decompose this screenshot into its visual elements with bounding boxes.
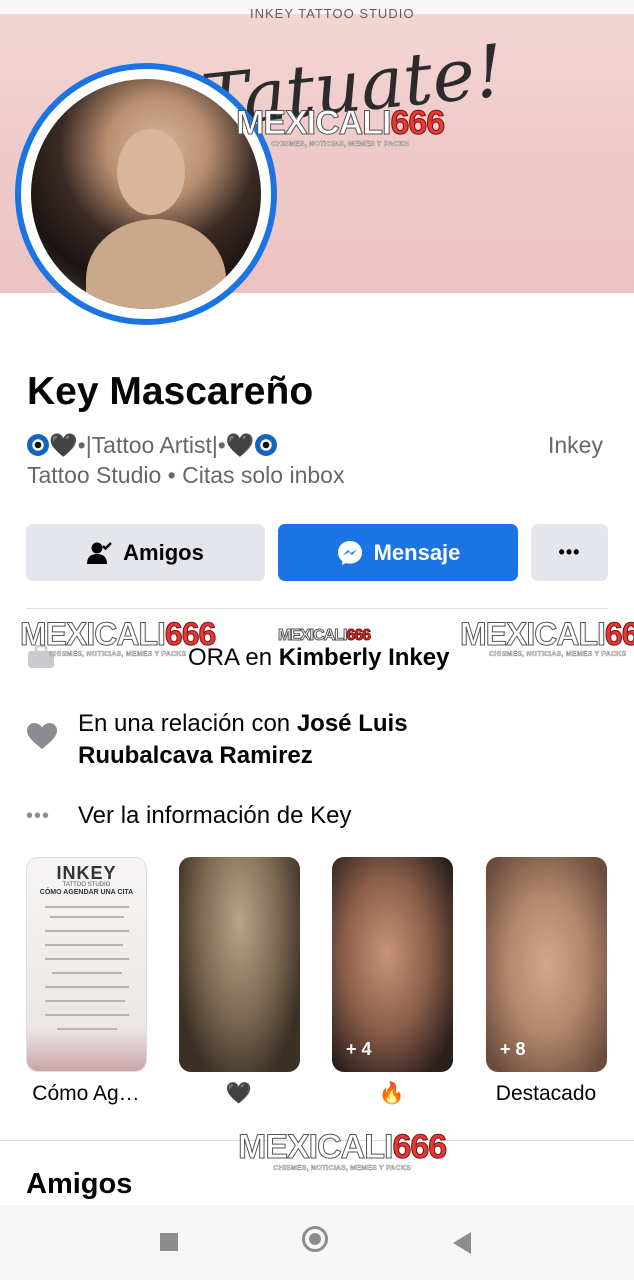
- nav-recent-icon[interactable]: [160, 1233, 178, 1251]
- black-heart-icon: 🖤: [49, 432, 78, 458]
- profile-bio-line-1: 🖤•|Tattoo Artist|•🖤: [27, 432, 277, 459]
- relationship-partner-link-line2[interactable]: Ruubalcava Ramirez: [78, 742, 313, 769]
- relationship-partner-link[interactable]: José Luis: [297, 710, 408, 737]
- profile-name: Key Mascareño: [27, 370, 314, 413]
- highlight-card[interactable]: + 4: [332, 857, 453, 1072]
- intro-divider: [26, 608, 608, 609]
- messenger-icon: [337, 540, 362, 565]
- avatar-photo: [31, 79, 261, 309]
- black-heart-icon: 🖤: [225, 432, 255, 458]
- cover-studio-text: INKEY TATTOO STUDIO: [250, 6, 415, 21]
- featured-highlights: INKEY TATTOO STUDIO CÓMO AGENDAR UNA CIT…: [26, 857, 608, 1072]
- nav-back-icon[interactable]: [453, 1232, 471, 1254]
- see-info-row[interactable]: ••• Ver la información de Key: [26, 802, 351, 830]
- see-info-link[interactable]: Ver la información de Key: [78, 802, 351, 830]
- highlight-label: Cómo Ag…: [32, 1082, 140, 1105]
- work-prefix: ORA en: [188, 644, 273, 671]
- highlight-doc-title: INKEY: [56, 863, 117, 883]
- more-options-button[interactable]: •••: [531, 524, 608, 581]
- highlight-label: 🔥: [378, 1082, 406, 1105]
- heart-icon: [26, 708, 58, 772]
- highlight-label: Destacado: [495, 1082, 597, 1105]
- friends-button[interactable]: Amigos: [26, 524, 265, 581]
- dots-icon: •••: [26, 805, 51, 827]
- evil-eye-icon: [254, 434, 277, 456]
- highlight-card[interactable]: INKEY TATTOO STUDIO CÓMO AGENDAR UNA CIT…: [26, 857, 147, 1072]
- highlight-count: + 4: [346, 1039, 372, 1059]
- nav-home-icon[interactable]: [302, 1226, 328, 1252]
- highlight-card[interactable]: + 8: [486, 857, 607, 1072]
- avatar-figure: [86, 219, 226, 309]
- evil-eye-icon: [27, 434, 49, 456]
- profile-bio-right: Inkey: [548, 432, 603, 458]
- profile-bio-line-2: Tattoo Studio • Citas solo inbox: [27, 462, 345, 488]
- highlight-label: 🖤: [225, 1082, 253, 1105]
- highlight-doc-subtitle: TATTOO STUDIO: [62, 882, 111, 888]
- system-nav-bar: [0, 1205, 634, 1280]
- message-button[interactable]: Mensaje: [278, 524, 518, 581]
- watermark-center: MEXICALI666: [277, 627, 371, 644]
- intro-relationship: En una relación con José Luis Ruubalcava…: [26, 708, 408, 772]
- highlight-card[interactable]: [179, 857, 300, 1072]
- work-icon: [26, 644, 58, 677]
- intro-work: ORA en Kimberly Inkey: [26, 644, 449, 677]
- watermark-bottom: MEXICALI666 CHISMES, NOTICIAS, MEMES Y P…: [237, 1128, 447, 1173]
- user-check-icon: [87, 541, 113, 564]
- highlight-count: + 8: [500, 1039, 526, 1059]
- friends-section-title: Amigos: [26, 1168, 133, 1200]
- relationship-prefix: En una relación con: [78, 710, 291, 737]
- more-icon: •••: [558, 542, 581, 562]
- profile-avatar[interactable]: [15, 63, 277, 325]
- section-divider: [0, 1140, 634, 1141]
- highlight-doc-heading: CÓMO AGENDAR UNA CITA: [39, 889, 134, 896]
- work-place-link[interactable]: Kimberly Inkey: [279, 644, 450, 677]
- message-button-label: Mensaje: [373, 539, 461, 565]
- friends-button-label: Amigos: [123, 539, 204, 565]
- avatar-face: [117, 129, 185, 215]
- watermark-right: MEXICALI666 CHISMES, NOTICIAS, MEMES Y P…: [460, 616, 634, 659]
